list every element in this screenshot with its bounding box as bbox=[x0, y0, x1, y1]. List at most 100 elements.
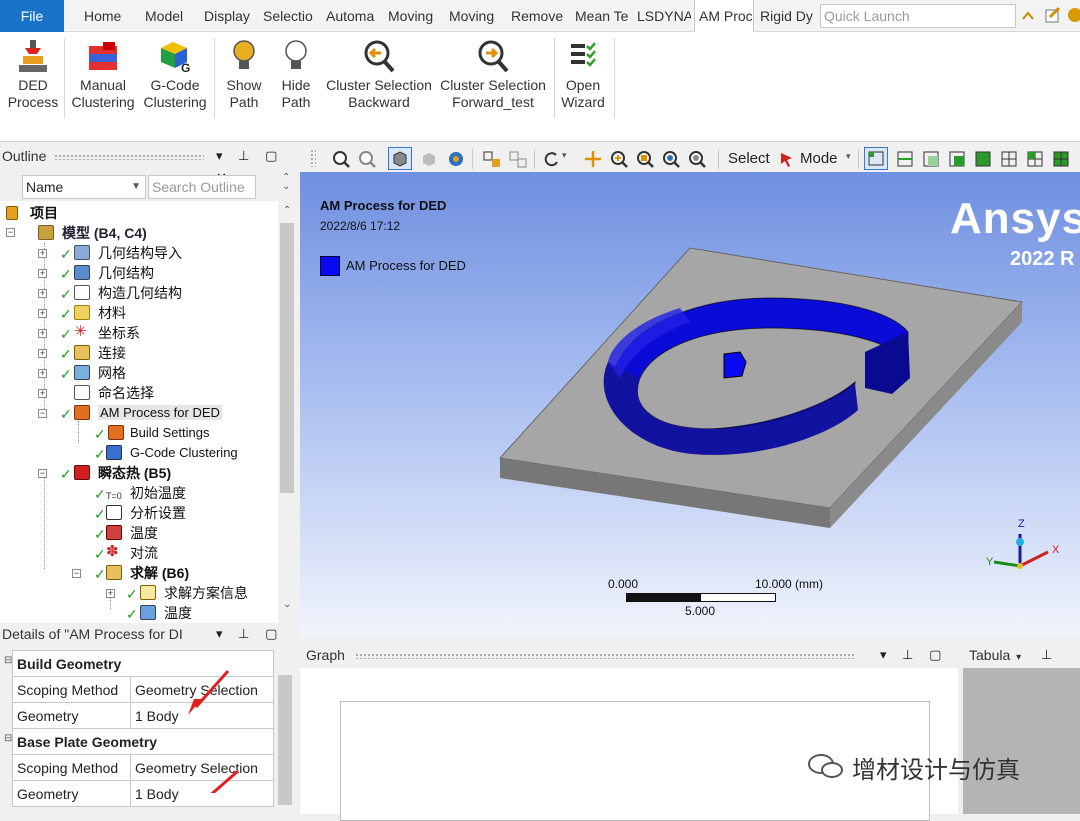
expand-toggle[interactable]: + bbox=[38, 389, 47, 398]
open-wizard-button[interactable]: Open Wizard bbox=[558, 38, 608, 111]
base-plate-top bbox=[499, 247, 1024, 509]
expand-toggle[interactable]: + bbox=[38, 249, 47, 258]
outline-search-input[interactable]: Search Outline bbox=[148, 175, 256, 199]
tree-node-geometry-import[interactable]: ✓ 几何结构导入 bbox=[60, 243, 182, 263]
tab-display[interactable]: Display bbox=[204, 0, 252, 32]
manual-clustering-button[interactable]: Manual Clustering bbox=[70, 38, 136, 111]
tree-node-coordinate-systems[interactable]: ✓ ✳ 坐标系 bbox=[60, 323, 140, 343]
rotate-dropdown-icon[interactable]: ▾ bbox=[562, 150, 567, 161]
tab-lsdyna[interactable]: LSDYNA bbox=[637, 0, 691, 32]
outline-filter-select[interactable]: Name ▼ bbox=[22, 175, 146, 199]
tree-node-solution-information[interactable]: ✓ 求解方案信息 bbox=[126, 583, 248, 603]
ded-process-button[interactable]: DED Process bbox=[6, 38, 60, 111]
zoom-out-icon[interactable] bbox=[358, 150, 376, 168]
display-settings-icon[interactable] bbox=[446, 150, 466, 168]
select-element-icon[interactable] bbox=[1052, 150, 1070, 168]
help-icon[interactable] bbox=[1066, 6, 1080, 24]
toolbar-overflow-icon[interactable]: ⌃ ⌄ bbox=[282, 173, 290, 192]
tree-node-gcode-clustering[interactable]: ✓ G-Code Clustering bbox=[94, 443, 238, 463]
shaded-view-button[interactable] bbox=[388, 147, 412, 170]
tree-node-geometry[interactable]: ✓ 几何结构 bbox=[60, 263, 154, 283]
collapse-toggle[interactable]: − bbox=[6, 228, 15, 237]
tree-node-temperature-load[interactable]: ✓ 温度 bbox=[94, 523, 158, 543]
zoom-to-fit-icon[interactable] bbox=[662, 150, 680, 168]
file-tab[interactable]: File bbox=[0, 0, 64, 32]
tree-node-construction-geometry[interactable]: ✓ 构造几何结构 bbox=[60, 283, 182, 303]
cluster-selection-backward-button[interactable]: Cluster Selection Backward bbox=[322, 38, 436, 111]
tree-node-materials[interactable]: ✓ 材料 bbox=[60, 303, 126, 323]
select-label[interactable]: Select bbox=[728, 150, 770, 167]
tab-selection[interactable]: Selectio bbox=[263, 0, 315, 32]
mode-dropdown[interactable]: Mode bbox=[800, 150, 838, 167]
zoom-icon[interactable] bbox=[610, 150, 628, 168]
tab-am-process[interactable]: AM Proc bbox=[694, 0, 754, 33]
collapse-toggle[interactable]: − bbox=[38, 469, 47, 478]
toolbar-separator bbox=[858, 149, 859, 169]
expand-toggle[interactable]: + bbox=[106, 589, 115, 598]
scroll-up-icon[interactable]: ⌃ bbox=[283, 205, 291, 216]
select-edge-icon[interactable] bbox=[896, 150, 914, 168]
box-select-icon[interactable] bbox=[508, 150, 528, 168]
cluster-selection-forward-button[interactable]: Cluster Selection Forward_test bbox=[436, 38, 550, 111]
show-path-button[interactable]: Show Path bbox=[220, 38, 268, 111]
tree-node-connections[interactable]: ✓ 连接 bbox=[60, 343, 126, 363]
select-body-solid-icon[interactable] bbox=[974, 150, 992, 168]
expand-toggle[interactable]: + bbox=[38, 329, 47, 338]
expand-toggle[interactable]: + bbox=[38, 289, 47, 298]
collapse-ribbon-icon[interactable] bbox=[1020, 8, 1036, 24]
select-cursor-icon[interactable] bbox=[778, 150, 796, 168]
tree-node-initial-temperature[interactable]: ✓ T=0 初始温度 bbox=[94, 483, 186, 503]
tree-node-am-process[interactable]: ✓ AM Process for DED bbox=[60, 403, 222, 423]
model-3d-view[interactable] bbox=[300, 172, 1080, 638]
select-node-icon[interactable] bbox=[1000, 150, 1018, 168]
magnifier-window-icon[interactable] bbox=[688, 150, 706, 168]
collapse-toggle[interactable]: − bbox=[72, 569, 81, 578]
tree-node-temperature-result[interactable]: ✓ 温度 bbox=[126, 603, 192, 623]
select-element-face-icon[interactable] bbox=[1026, 150, 1044, 168]
details-scroll-thumb[interactable] bbox=[278, 675, 292, 805]
scroll-down-icon[interactable]: ⌄ bbox=[283, 599, 291, 610]
tree-node-named-selections[interactable]: 命名选择 bbox=[60, 383, 154, 403]
tree-node-build-settings[interactable]: ✓ Build Settings bbox=[94, 423, 210, 443]
tab-remove[interactable]: Remove bbox=[511, 0, 565, 32]
tab-mean-temp[interactable]: Mean Te bbox=[575, 0, 629, 32]
tab-home[interactable]: Home bbox=[84, 0, 128, 32]
tab-rigid-dynamics[interactable]: Rigid Dy bbox=[760, 0, 816, 32]
tab-moving-1[interactable]: Moving bbox=[388, 0, 438, 32]
gcode-clustering-button[interactable]: G G-Code Clustering bbox=[140, 38, 210, 111]
details-scrollbar[interactable] bbox=[276, 671, 294, 814]
outline-scrollbar[interactable]: ⌃ ⌄ bbox=[278, 201, 296, 619]
expand-toggle[interactable]: + bbox=[38, 369, 47, 378]
expand-toggle[interactable]: + bbox=[38, 349, 47, 358]
quick-launch-input[interactable]: Quick Launch bbox=[820, 4, 1016, 28]
select-body-icon[interactable] bbox=[948, 150, 966, 168]
tree-node-convection[interactable]: ✓ ✽ 对流 bbox=[94, 543, 158, 563]
expand-toggle[interactable]: + bbox=[38, 309, 47, 318]
select-face-icon[interactable] bbox=[922, 150, 940, 168]
box-zoom-icon[interactable] bbox=[482, 150, 502, 168]
tree-node-transient-thermal[interactable]: ✓ 瞬态热 (B5) bbox=[60, 463, 171, 483]
collapse-toggle[interactable]: − bbox=[38, 409, 47, 418]
tab-model[interactable]: Model bbox=[145, 0, 189, 32]
select-type-button[interactable] bbox=[864, 147, 888, 170]
tree-node-model[interactable]: 模型 (B4, C4) bbox=[38, 223, 147, 243]
tab-automation[interactable]: Automa bbox=[326, 0, 378, 32]
tabular-dropdown-icon[interactable]: ▾ bbox=[1016, 652, 1021, 663]
tree-node-analysis-settings[interactable]: ✓ 分析设置 bbox=[94, 503, 186, 523]
hide-path-button[interactable]: Hide Path bbox=[272, 38, 320, 111]
outline-scroll-thumb[interactable] bbox=[280, 223, 294, 493]
edit-icon[interactable] bbox=[1044, 6, 1062, 24]
wireframe-cube-icon[interactable] bbox=[420, 150, 438, 168]
tree-node-project[interactable]: 项目 bbox=[6, 203, 58, 223]
rotate-icon[interactable] bbox=[542, 150, 560, 168]
expand-toggle[interactable]: + bbox=[38, 269, 47, 278]
box-zoom-magnify-icon[interactable] bbox=[636, 150, 654, 168]
pan-icon[interactable] bbox=[584, 150, 602, 168]
zoom-in-icon[interactable] bbox=[332, 150, 350, 168]
tree-line bbox=[78, 421, 79, 443]
mode-dropdown-icon[interactable]: ▾ bbox=[846, 151, 851, 162]
tree-node-solution[interactable]: ✓ 求解 (B6) bbox=[94, 563, 189, 583]
tree-node-mesh[interactable]: ✓ 网格 bbox=[60, 363, 126, 383]
tab-moving-2[interactable]: Moving bbox=[449, 0, 499, 32]
graphics-viewport[interactable]: AM Process for DED 2022/8/6 17:12 AM Pro… bbox=[300, 172, 1080, 638]
